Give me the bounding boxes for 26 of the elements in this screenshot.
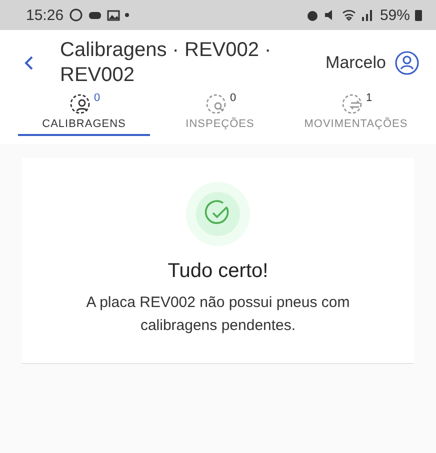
check-icon — [186, 182, 250, 246]
empty-state-message: A placa REV002 não possui pneus com calibragens pendentes. — [85, 293, 351, 336]
user-icon[interactable] — [394, 50, 420, 76]
dot-icon — [124, 13, 129, 17]
image-icon — [106, 10, 120, 20]
tab-label: MOVIMENTAÇÕES — [304, 118, 408, 130]
battery-level: 59% — [380, 6, 410, 24]
tab[interactable]: 1 MOVIMENTAÇÕES — [290, 92, 422, 136]
tire-icon — [340, 92, 364, 116]
signal-icon — [360, 9, 375, 21]
tab[interactable]: 0 INSPEÇÕES — [154, 92, 286, 136]
tab[interactable]: 0 CALIBRAGENS — [18, 92, 150, 136]
screen-title: Calibragens · REV002 · REV002 — [60, 38, 272, 88]
status-time: 15:26 — [26, 6, 64, 24]
tab-count: 1 — [366, 92, 372, 104]
tire-icon — [204, 92, 228, 116]
back-icon[interactable] — [24, 55, 34, 71]
tab-count: 0 — [94, 92, 100, 104]
wifi-icon — [342, 9, 356, 21]
tire-icon — [68, 92, 92, 116]
user-name: Marcelo — [326, 53, 386, 73]
empty-state-title: Tudo certo! — [168, 260, 268, 283]
battery-icon — [415, 9, 422, 21]
tab-label: INSPEÇÕES — [186, 118, 254, 130]
tab-label: CALIBRAGENS — [42, 118, 126, 130]
tab-count: 0 — [230, 92, 236, 104]
